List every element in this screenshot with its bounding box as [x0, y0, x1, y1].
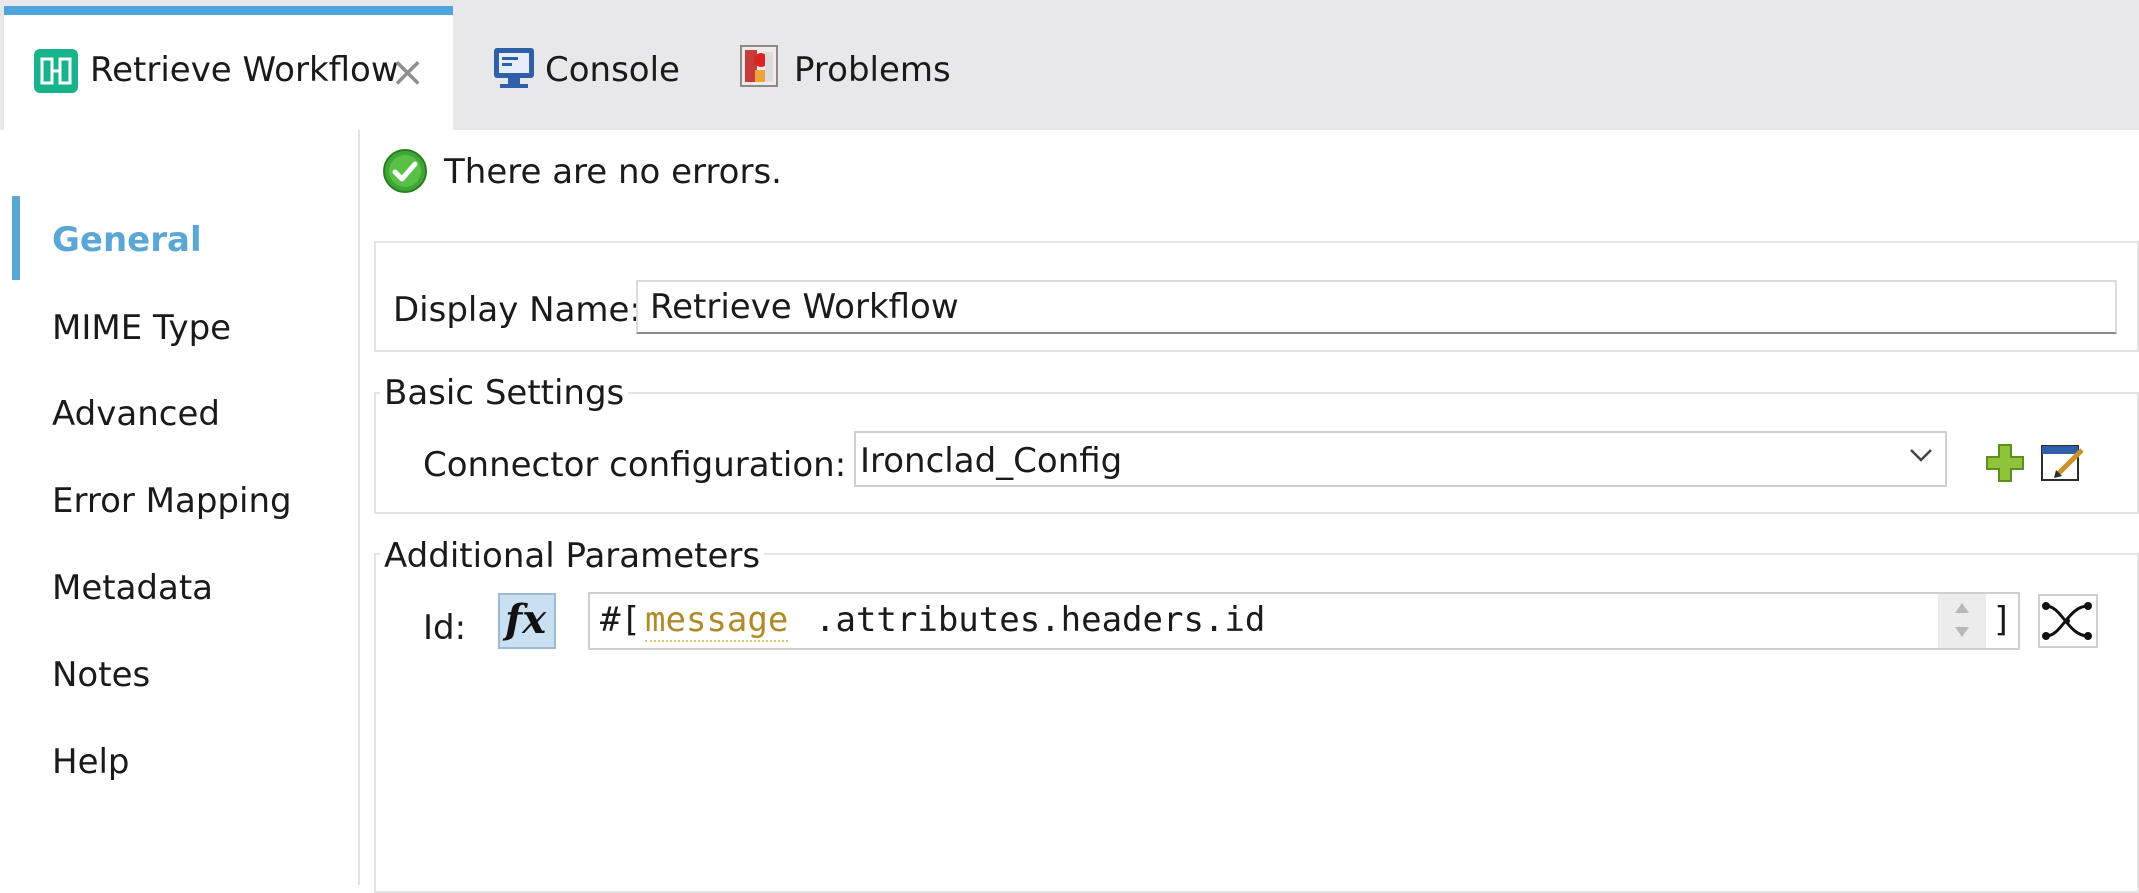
tab-label: Retrieve Workflow: [90, 50, 399, 90]
tab-label[interactable]: Console: [545, 50, 680, 90]
expression-prefix: #[: [600, 600, 641, 640]
fx-icon: fx: [505, 596, 547, 643]
basic-settings-title: Basic Settings: [380, 373, 629, 413]
id-expression-field[interactable]: [588, 592, 2020, 650]
expression-path: .attributes.headers.id: [815, 600, 1266, 640]
validation-status: There are no errors.: [444, 152, 782, 192]
edit-icon[interactable]: [2040, 442, 2086, 484]
close-icon[interactable]: ×: [390, 51, 425, 93]
chevron-down-icon[interactable]: [1908, 446, 1934, 464]
sidebar-item-advanced[interactable]: Advanced: [52, 394, 220, 434]
expression-suffix: ]: [1992, 600, 2013, 640]
problems-icon: [740, 45, 778, 87]
expression-spinner[interactable]: [1938, 594, 1986, 648]
sidebar-item-notes[interactable]: Notes: [52, 655, 150, 695]
connector-configuration-label: Connector configuration:: [423, 445, 847, 485]
dataweave-mapping-icon[interactable]: [2038, 594, 2098, 648]
id-label: Id:: [423, 608, 467, 648]
add-icon[interactable]: [1984, 442, 2026, 484]
sidebar-item-general[interactable]: General: [52, 220, 202, 260]
tab-label[interactable]: Problems: [794, 50, 951, 90]
sidebar-item-metadata[interactable]: Metadata: [52, 568, 213, 608]
spinner-down-icon[interactable]: [1954, 626, 1970, 638]
sidebar-item-mime-type[interactable]: MIME Type: [52, 308, 231, 348]
mule-component-icon: [34, 49, 78, 93]
sidebar-item-error-mapping[interactable]: Error Mapping: [52, 481, 292, 521]
console-icon: [494, 48, 534, 88]
sidebar-item-help[interactable]: Help: [52, 742, 130, 782]
connector-configuration-value: Ironclad_Config: [860, 441, 1123, 481]
check-circle-icon: [383, 149, 427, 193]
expression-variable: message: [645, 600, 789, 642]
display-name-label: Display Name:: [393, 290, 641, 330]
spinner-up-icon[interactable]: [1954, 602, 1970, 614]
additional-parameters-title: Additional Parameters: [380, 536, 765, 576]
nav-active-indicator: [12, 196, 20, 280]
display-name-field[interactable]: [636, 280, 2117, 334]
